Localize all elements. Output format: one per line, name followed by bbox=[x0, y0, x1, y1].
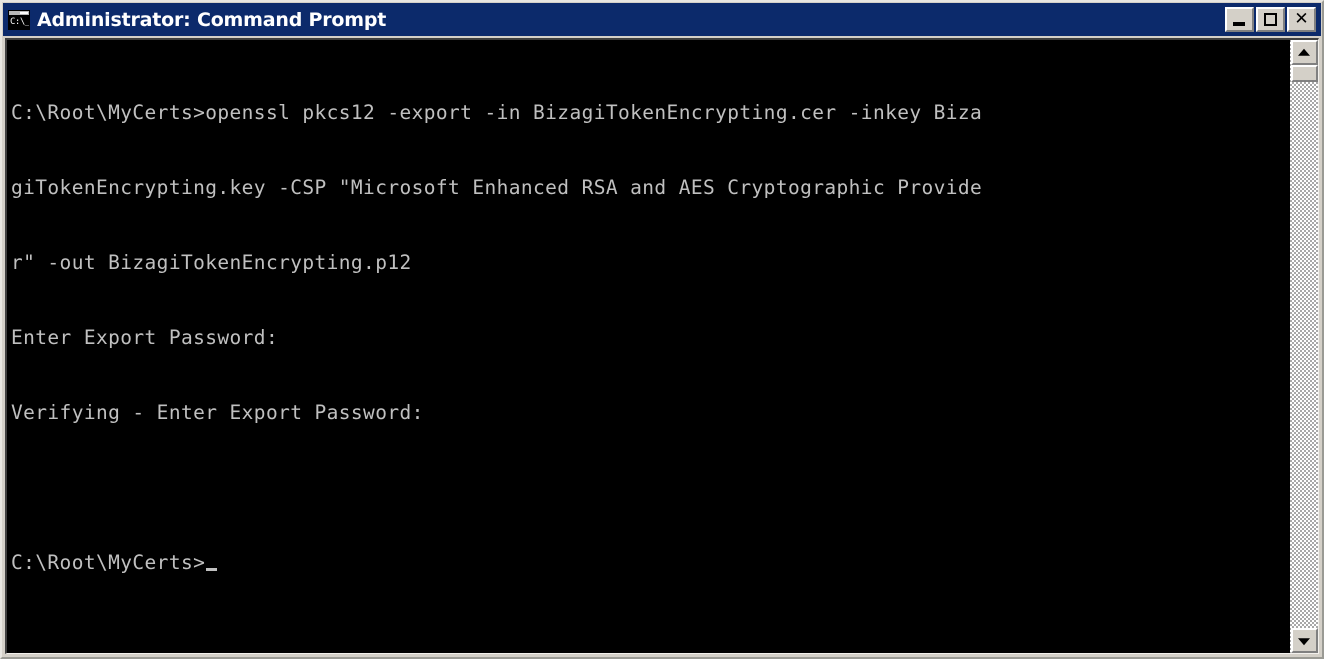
maximize-button[interactable] bbox=[1256, 7, 1285, 32]
cursor-icon bbox=[206, 568, 218, 571]
prompt-text: C:\Root\MyCerts> bbox=[11, 551, 206, 574]
maximize-icon bbox=[1264, 13, 1277, 26]
scroll-up-button[interactable] bbox=[1290, 40, 1318, 65]
console-line: Enter Export Password: bbox=[11, 326, 279, 349]
window-title: Administrator: Command Prompt bbox=[37, 8, 387, 31]
icon-prompt-text: C:\_ bbox=[9, 15, 29, 29]
chevron-up-icon bbox=[1298, 48, 1310, 56]
vertical-scrollbar[interactable] bbox=[1289, 40, 1318, 653]
scrollbar-track[interactable] bbox=[1291, 82, 1318, 628]
console-line: r" -out BizagiTokenEncrypting.p12 bbox=[11, 251, 412, 274]
chevron-down-icon bbox=[1298, 637, 1310, 645]
console-line: Verifying - Enter Export Password: bbox=[11, 401, 424, 424]
window-controls: ✕ bbox=[1225, 7, 1319, 32]
close-button[interactable]: ✕ bbox=[1287, 7, 1316, 32]
minimize-icon bbox=[1233, 22, 1245, 26]
minimize-button[interactable] bbox=[1225, 7, 1254, 32]
command-prompt-icon[interactable]: C:\_ bbox=[8, 9, 30, 30]
console-prompt-line: C:\Root\MyCerts> bbox=[11, 550, 1289, 575]
console-output[interactable]: C:\Root\MyCerts>openssl pkcs12 -export -… bbox=[7, 40, 1289, 653]
close-icon: ✕ bbox=[1294, 9, 1309, 29]
command-prompt-window: C:\_ Administrator: Command Prompt ✕ C:\… bbox=[0, 0, 1324, 659]
title-bar[interactable]: C:\_ Administrator: Command Prompt ✕ bbox=[3, 3, 1321, 36]
client-area: C:\Root\MyCerts>openssl pkcs12 -export -… bbox=[5, 38, 1319, 654]
scrollbar-thumb[interactable] bbox=[1290, 65, 1318, 82]
console-line: giTokenEncrypting.key -CSP "Microsoft En… bbox=[11, 176, 983, 199]
scroll-down-button[interactable] bbox=[1290, 628, 1318, 653]
console-line: C:\Root\MyCerts>openssl pkcs12 -export -… bbox=[11, 101, 983, 124]
